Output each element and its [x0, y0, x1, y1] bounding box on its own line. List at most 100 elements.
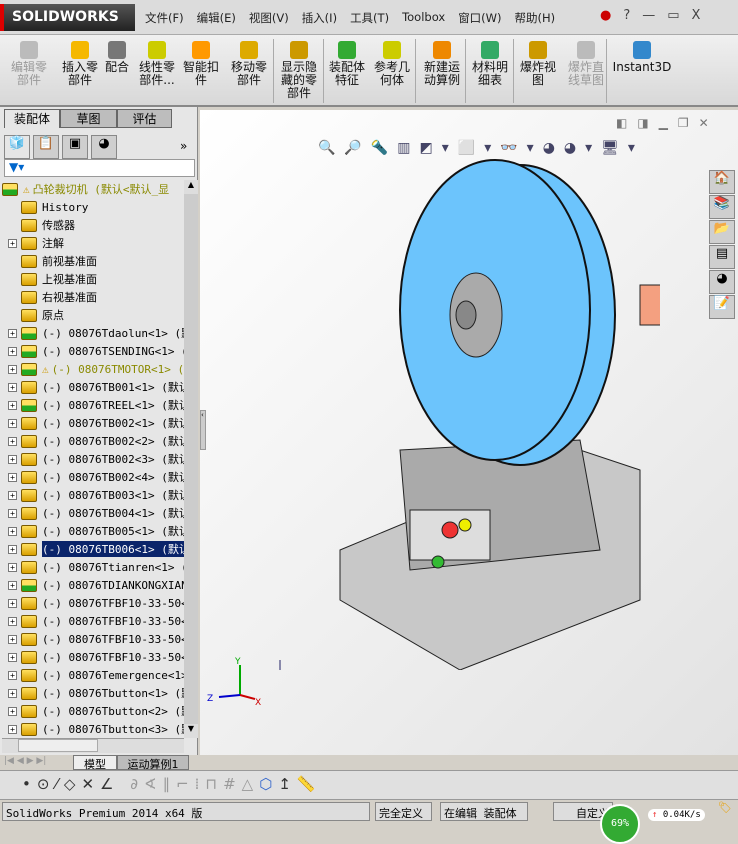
- tab-assembly[interactable]: 装配体: [4, 109, 60, 128]
- menu-toolbox[interactable]: Toolbox: [402, 10, 445, 26]
- tree-item[interactable]: + (-) 08076Tdaolun<1> (默: [2, 324, 184, 342]
- expand-toggle[interactable]: +: [8, 346, 17, 356]
- restore-button[interactable]: ▭: [667, 8, 679, 23]
- toolbar-button-2[interactable]: 配合: [100, 41, 134, 74]
- home-icon[interactable]: 🏠: [709, 170, 735, 194]
- toolbar-button-6[interactable]: 显示隐 藏的零 部件: [275, 41, 323, 100]
- menu-help[interactable]: 帮助(H): [515, 10, 556, 26]
- tree-item[interactable]: 上视基准面: [2, 270, 184, 288]
- toolbar-button-1[interactable]: 插入零 部件: [55, 41, 105, 87]
- tree-item[interactable]: + (-) 08076TB003<1> (默认: [2, 486, 184, 504]
- tab-evaluate[interactable]: 评估: [117, 109, 172, 128]
- tree-item[interactable]: + (-) 08076TB002<3> (默认: [2, 450, 184, 468]
- tree-horizontal-scrollbar[interactable]: [2, 738, 184, 753]
- menu-file[interactable]: 文件(F): [145, 10, 184, 26]
- tree-item[interactable]: + (-) 08076TB002<1> (默认: [2, 414, 184, 432]
- tree-item[interactable]: + (-) 08076TDIANKONGXIANG: [2, 576, 184, 594]
- tree-item[interactable]: + (-) 08076TB005<1> (默认: [2, 522, 184, 540]
- tab-model[interactable]: 模型: [73, 755, 117, 771]
- expand-toggle[interactable]: +: [8, 508, 17, 518]
- tree-item[interactable]: + (-) 08076TFBF10-33-50<4: [2, 648, 184, 666]
- tree-item[interactable]: + (-) 08076TFBF10-33-50<1: [2, 594, 184, 612]
- tree-item[interactable]: + (-) 08076TB002<4> (默认: [2, 468, 184, 486]
- sketch-tool-icons[interactable]: •⊙⁄◇✕∠ ∂∢∥⌐⁞⊓#△⬡↥📏: [22, 775, 322, 793]
- toolbar-button-11[interactable]: 爆炸视 图: [516, 41, 560, 87]
- tree-item[interactable]: + 注解: [2, 234, 184, 252]
- tree-item[interactable]: + (-) 08076TB001<1> (默认: [2, 378, 184, 396]
- assembly-model[interactable]: [260, 150, 660, 670]
- tree-item[interactable]: + (-) 08076TFBF10-33-50<3: [2, 630, 184, 648]
- expand-toggle[interactable]: +: [8, 724, 17, 734]
- toolbar-button-0[interactable]: 编辑零 部件: [4, 41, 54, 87]
- tree-item[interactable]: 右视基准面: [2, 288, 184, 306]
- panel-collapse-handle[interactable]: ‹: [200, 410, 206, 450]
- toolbar-button-3[interactable]: 线性零 部件...: [135, 41, 179, 87]
- toolbar-button-7[interactable]: 装配体 特征: [325, 41, 369, 87]
- toolbar-button-12[interactable]: 爆炸直 线草图: [562, 41, 610, 87]
- menu-insert[interactable]: 插入(I): [302, 10, 337, 26]
- tree-item[interactable]: + (-) 08076Ttianren<1> (默: [2, 558, 184, 576]
- appearances-icon[interactable]: ◕: [709, 270, 735, 294]
- toolbar-button-4[interactable]: 智能扣 件: [180, 41, 222, 87]
- expand-toggle[interactable]: +: [8, 490, 17, 500]
- design-library-icon[interactable]: 📚: [709, 195, 735, 219]
- appearance-manager-icon[interactable]: ◕: [91, 135, 117, 159]
- network-meter[interactable]: 69%: [600, 804, 640, 844]
- tree-item[interactable]: 前视基准面: [2, 252, 184, 270]
- tree-item[interactable]: + (-) 08076TFBF10-33-50<2: [2, 612, 184, 630]
- toolbar-button-10[interactable]: 材料明 细表: [468, 41, 512, 87]
- toolbar-button-5[interactable]: 移动零 部件: [225, 41, 273, 87]
- custom-properties-icon[interactable]: 📝: [709, 295, 735, 319]
- expand-toggle[interactable]: +: [8, 472, 17, 482]
- expand-toggle[interactable]: +: [8, 580, 17, 590]
- expand-toggle[interactable]: +: [8, 688, 17, 698]
- tree-root-assembly[interactable]: ⚠ 凸轮裁切机 (默认<默认_显: [2, 180, 184, 198]
- expand-toggle[interactable]: +: [8, 544, 17, 554]
- expand-toggle[interactable]: +: [8, 436, 17, 446]
- property-manager-icon[interactable]: 📋: [33, 135, 59, 159]
- expand-toggle[interactable]: +: [8, 526, 17, 536]
- expand-toggle[interactable]: +: [8, 616, 17, 626]
- menu-view[interactable]: 视图(V): [249, 10, 289, 26]
- tree-item[interactable]: + (-) 08076TSENDING<1> (默: [2, 342, 184, 360]
- expand-panel-icon[interactable]: »: [180, 139, 187, 153]
- tree-item[interactable]: + (-) 08076TB004<1> (默认: [2, 504, 184, 522]
- tree-item[interactable]: + (-) 08076TB006<1> (默认: [2, 540, 184, 558]
- tab-nav-arrows[interactable]: |◀ ◀ ▶ ▶|: [4, 756, 46, 766]
- tree-item[interactable]: + (-) 08076Tbutton<2> (默: [2, 702, 184, 720]
- view-palette-icon[interactable]: ▤: [709, 245, 735, 269]
- expand-toggle[interactable]: +: [8, 670, 17, 680]
- expand-toggle[interactable]: +: [8, 454, 17, 464]
- feature-manager-tree-icon[interactable]: 🧊: [4, 135, 30, 159]
- expand-toggle[interactable]: +: [8, 652, 17, 662]
- expand-toggle[interactable]: +: [8, 400, 17, 410]
- expand-toggle[interactable]: +: [8, 328, 17, 338]
- tree-item[interactable]: 传感器: [2, 216, 184, 234]
- tree-item[interactable]: + (-) 08076TB002<2> (默认: [2, 432, 184, 450]
- help-button[interactable]: ?: [623, 8, 630, 23]
- expand-toggle[interactable]: +: [8, 382, 17, 392]
- filter-input[interactable]: ▼▾: [4, 159, 195, 177]
- expand-toggle[interactable]: +: [8, 706, 17, 716]
- tree-item[interactable]: + (-) 08076Temergence<1>: [2, 666, 184, 684]
- close-button[interactable]: X: [692, 8, 701, 23]
- tab-motion-study[interactable]: 运动算例1: [117, 755, 189, 771]
- viewport-window-controls[interactable]: ◧◨▁❐✕: [616, 116, 719, 130]
- tree-item[interactable]: + (-) 08076Tbutton<1> (默: [2, 684, 184, 702]
- toolbar-button-8[interactable]: 参考几 何体: [370, 41, 414, 87]
- tab-sketch[interactable]: 草图: [60, 109, 117, 128]
- toolbar-button-13[interactable]: Instant3D: [612, 41, 672, 74]
- toolbar-button-9[interactable]: 新建运 动算例: [418, 41, 466, 87]
- expand-toggle[interactable]: +: [8, 418, 17, 428]
- expand-toggle[interactable]: +: [8, 238, 17, 248]
- graphics-viewport[interactable]: 🔍🔎🔦▥◩▾⬜▾👓▾◕◕▾🖥▾ ◧◨▁❐✕ Y X Z ‹: [200, 110, 738, 755]
- menu-tools[interactable]: 工具(T): [350, 10, 389, 26]
- tree-item[interactable]: History: [2, 198, 184, 216]
- tree-item[interactable]: + (-) 08076Tbutton<3> (默: [2, 720, 184, 738]
- configuration-manager-icon[interactable]: ▣: [62, 135, 88, 159]
- minimize-button[interactable]: —: [642, 8, 655, 23]
- expand-toggle[interactable]: +: [8, 364, 17, 374]
- expand-toggle[interactable]: +: [8, 598, 17, 608]
- expand-toggle[interactable]: +: [8, 634, 17, 644]
- menu-edit[interactable]: 编辑(E): [197, 10, 236, 26]
